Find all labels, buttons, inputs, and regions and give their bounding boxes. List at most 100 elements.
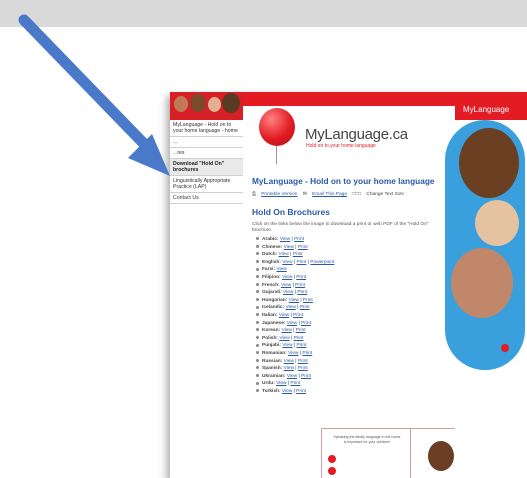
language-link[interactable]: View xyxy=(280,237,290,242)
language-link[interactable]: Print xyxy=(296,275,306,280)
language-link[interactable]: Print xyxy=(302,351,312,356)
language-link[interactable]: View xyxy=(282,389,292,394)
language-name: Italian: xyxy=(262,312,278,318)
language-link[interactable]: View xyxy=(279,336,289,341)
language-link[interactable]: Print xyxy=(296,389,306,394)
language-link[interactable]: Print xyxy=(297,260,307,265)
language-link[interactable]: Print xyxy=(298,359,308,364)
sidebar-nav-item[interactable]: Linguistically Appropriate Practice (LAP… xyxy=(170,176,243,193)
language-link[interactable]: View xyxy=(285,305,295,310)
language-item: Dutch: View | Print xyxy=(256,251,334,259)
language-name: Arabic: xyxy=(262,237,279,242)
language-link[interactable]: Print xyxy=(301,321,311,326)
language-link[interactable]: Print xyxy=(298,245,308,250)
main-content: MyLanguage.ca Hold on to your home langu… xyxy=(243,92,499,478)
language-link[interactable]: Print xyxy=(301,374,311,379)
change-text-size-label: Change Text Size xyxy=(366,192,404,197)
language-link[interactable]: View xyxy=(282,275,292,280)
balloon-small-icon xyxy=(501,344,509,352)
language-item: Spanish: View | Print xyxy=(256,365,334,373)
sidebar-nav-item[interactable]: MyLanguage - Hold on to your home langua… xyxy=(170,120,243,137)
photo-child xyxy=(459,128,519,198)
language-item: Turkish: View | Print xyxy=(256,388,334,396)
language-link[interactable]: Print xyxy=(294,237,304,242)
language-link[interactable]: Print xyxy=(294,336,304,341)
header-red-band xyxy=(243,92,455,106)
language-name: Dutch: xyxy=(262,252,278,258)
language-link[interactable]: View xyxy=(282,343,292,348)
header-photo-strip xyxy=(170,92,243,120)
language-name: English: xyxy=(262,259,281,265)
logo-area[interactable]: MyLanguage.ca Hold on to your home langu… xyxy=(243,106,455,166)
brochure-dot xyxy=(328,467,336,475)
balloon-logo-icon xyxy=(259,108,295,146)
language-link[interactable]: Print xyxy=(298,366,308,371)
language-link[interactable]: Print xyxy=(293,252,303,257)
language-name: Turkish: xyxy=(262,388,281,394)
language-item: Hungarian: View | Print xyxy=(256,297,334,305)
language-link[interactable]: Print xyxy=(297,343,307,348)
bullet-icon xyxy=(256,305,259,309)
language-link[interactable]: View xyxy=(287,321,297,326)
language-item: Japanese: View | Print xyxy=(256,320,334,328)
language-link[interactable]: View xyxy=(283,290,293,295)
language-link[interactable]: View xyxy=(276,267,286,272)
sidebar-nav-item[interactable]: ...res xyxy=(170,148,243,159)
language-link[interactable]: View xyxy=(284,366,294,371)
language-name: Russian: xyxy=(262,358,283,364)
language-link[interactable]: Print xyxy=(303,298,313,303)
section-title: Hold On Brochures xyxy=(252,207,330,217)
language-item: Chinese: View | Print xyxy=(256,244,334,252)
language-link[interactable]: Print xyxy=(295,283,305,288)
photo-family xyxy=(451,248,513,318)
logo-text: MyLanguage.ca xyxy=(305,126,408,143)
right-photo-column: MyLanguage xyxy=(445,92,527,478)
language-link[interactable]: View xyxy=(281,328,291,333)
printable-version-link[interactable]: Printable Version xyxy=(261,192,297,197)
language-link[interactable]: Print xyxy=(300,305,310,310)
language-link[interactable]: View xyxy=(284,245,294,250)
email-page-link[interactable]: Email This Page xyxy=(312,192,347,197)
language-item: Russian: View | Print xyxy=(256,358,334,366)
language-name: Japanese: xyxy=(262,320,286,326)
page-title: MyLanguage - Hold on to your home langua… xyxy=(252,176,435,186)
bullet-icon xyxy=(256,366,259,370)
language-name: Punjabi: xyxy=(262,343,281,349)
right-banner: MyLanguage xyxy=(455,92,527,120)
language-link[interactable]: View xyxy=(284,359,294,364)
text-size-buttons[interactable]: □□□ xyxy=(352,192,361,197)
logo-tagline: Hold on to your home language xyxy=(306,143,376,149)
language-link[interactable]: View xyxy=(289,298,299,303)
language-item: Gujarati: View | Print xyxy=(256,289,334,297)
language-name: French: xyxy=(262,282,280,288)
printer-icon: ⎙ xyxy=(252,192,256,197)
sidebar-nav-item[interactable]: Download "Hold On" brochures xyxy=(170,159,243,176)
bullet-icon xyxy=(256,260,259,264)
language-link[interactable]: View xyxy=(279,252,289,257)
language-name: Hungarian: xyxy=(262,297,288,303)
language-item: Polish: View | Print xyxy=(256,335,334,343)
language-link[interactable]: View xyxy=(281,283,291,288)
language-link[interactable]: Powerpoint xyxy=(310,260,334,265)
bullet-icon xyxy=(256,282,259,286)
language-link[interactable]: View xyxy=(279,313,289,318)
language-link[interactable]: View xyxy=(288,351,298,356)
left-sidebar: MyLanguage - Hold on to your home langua… xyxy=(170,92,243,478)
language-link[interactable]: View xyxy=(287,374,297,379)
language-item: Ukrainian: View | Print xyxy=(256,373,334,381)
language-item: Filipino: View | Print xyxy=(256,274,334,282)
sidebar-nav-item[interactable]: Contact Us xyxy=(170,193,243,204)
language-link[interactable]: Print xyxy=(297,290,307,295)
bullet-icon xyxy=(256,328,259,332)
language-link[interactable]: Print xyxy=(293,313,303,318)
language-name: Icelandic: xyxy=(262,305,285,311)
language-link[interactable]: View xyxy=(276,381,286,386)
language-item: Icelandic: View | Print xyxy=(256,304,334,312)
language-link[interactable]: Print xyxy=(290,381,300,386)
bullet-icon xyxy=(256,358,259,362)
website-screenshot: MyLanguage - Hold on to your home langua… xyxy=(170,92,527,478)
language-link[interactable]: Print xyxy=(296,328,306,333)
language-link[interactable]: View xyxy=(282,260,292,265)
brochure-text: Speaking the family language in the home… xyxy=(333,435,401,444)
sidebar-nav-item[interactable]: ... xyxy=(170,137,243,148)
